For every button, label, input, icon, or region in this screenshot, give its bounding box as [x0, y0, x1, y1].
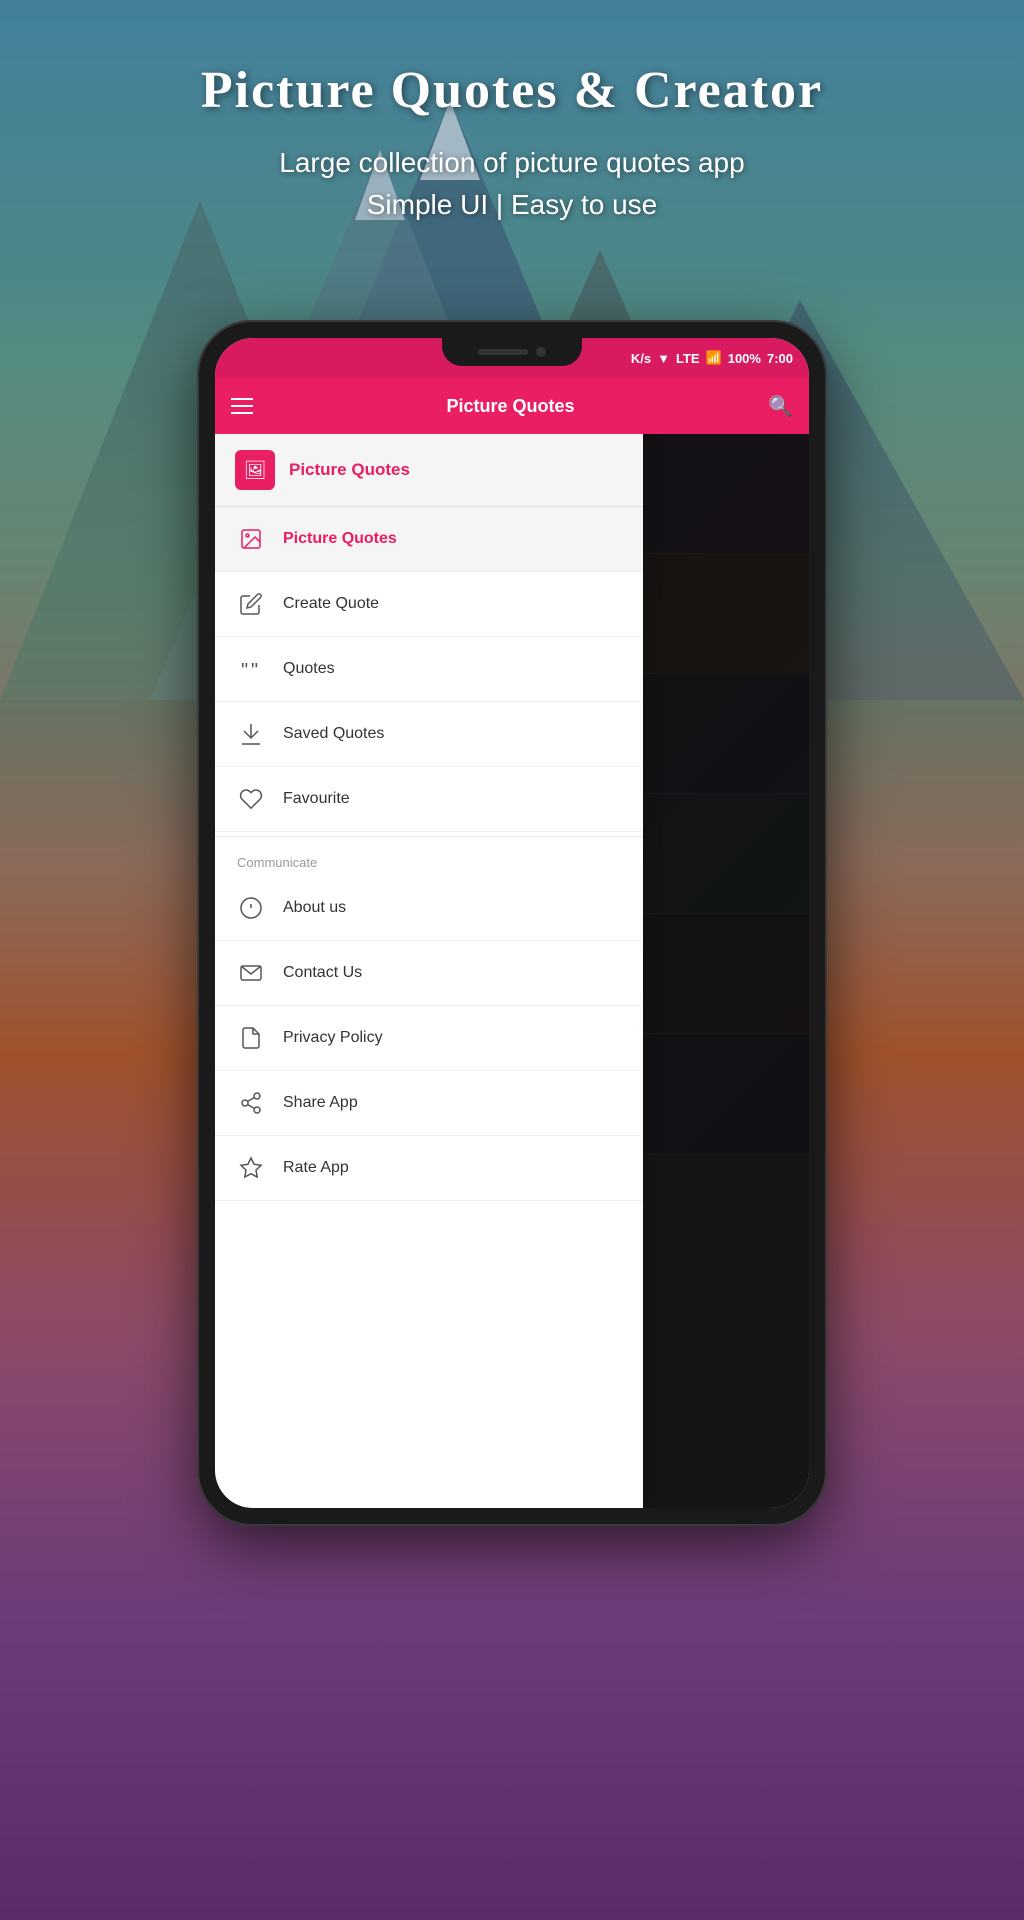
phone-device: K/s ▼ LTE 📶 100% 7:00 Picture Quotes 🔍: [197, 320, 827, 1526]
create-quote-label: Create Quote: [283, 595, 379, 613]
communicate-section-header: Communicate: [215, 841, 643, 876]
app-header-title: Picture Quotes: [447, 396, 575, 417]
drawer-item-create-quote[interactable]: Create Quote: [215, 572, 643, 637]
svg-text:": ": [251, 660, 258, 681]
speaker: [478, 349, 528, 355]
phone-screen: K/s ▼ LTE 📶 100% 7:00 Picture Quotes 🔍: [215, 338, 809, 1508]
app-title: Picture Quotes & Creator: [20, 60, 1004, 122]
search-icon[interactable]: 🔍: [768, 394, 793, 419]
hamburger-menu[interactable]: [231, 398, 253, 414]
status-bar-icons: K/s ▼ LTE 📶 100% 7:00: [631, 350, 793, 366]
rate-app-icon: [237, 1154, 265, 1182]
picture-quotes-icon: [237, 525, 265, 553]
drawer-item-rate-app[interactable]: Rate App: [215, 1136, 643, 1201]
app-subtitle: Large collection of picture quotes app S…: [20, 142, 1004, 226]
about-us-label: About us: [283, 899, 346, 917]
phone-notch: [442, 338, 582, 366]
signal-bars: 📶: [706, 350, 722, 366]
app-header: Picture Quotes 🔍: [215, 378, 809, 434]
drawer-logo-icon: 🖼: [244, 460, 267, 481]
quotes-label: Quotes: [283, 660, 335, 678]
wifi-icon: ▼: [657, 351, 670, 366]
privacy-policy-label: Privacy Policy: [283, 1029, 383, 1047]
drawer-app-name: Picture Quotes: [289, 460, 410, 480]
quotes-icon: " ": [237, 655, 265, 683]
saved-quotes-label: Saved Quotes: [283, 725, 384, 743]
share-app-icon: [237, 1089, 265, 1117]
header-section: Picture Quotes & Creator Large collectio…: [0, 40, 1024, 246]
favourite-label: Favourite: [283, 790, 350, 808]
drawer-item-saved-quotes[interactable]: Saved Quotes: [215, 702, 643, 767]
drawer-item-picture-quotes[interactable]: Picture Quotes: [215, 507, 643, 572]
time-display: 7:00: [767, 351, 793, 366]
battery-level: 100%: [728, 351, 761, 366]
about-us-icon: [237, 894, 265, 922]
contact-us-label: Contact Us: [283, 964, 362, 982]
camera: [536, 347, 546, 357]
create-quote-icon: [237, 590, 265, 618]
network-speed: K/s: [631, 351, 651, 366]
drawer-item-share-app[interactable]: Share App: [215, 1071, 643, 1136]
drawer-logo: 🖼: [235, 450, 275, 490]
drawer-overlay[interactable]: [643, 434, 809, 1508]
favourite-icon: [237, 785, 265, 813]
drawer-item-quotes[interactable]: " " Quotes: [215, 637, 643, 702]
navigation-drawer: 🖼 Picture Quotes Pict: [215, 434, 643, 1508]
drawer-item-favourite[interactable]: Favourite: [215, 767, 643, 832]
drawer-item-about-us[interactable]: About us: [215, 876, 643, 941]
saved-quotes-icon: [237, 720, 265, 748]
screen-content: Alone Anger Architecture Attitude: [215, 434, 809, 1508]
privacy-policy-icon: [237, 1024, 265, 1052]
drawer-item-privacy-policy[interactable]: Privacy Policy: [215, 1006, 643, 1071]
phone-outer: K/s ▼ LTE 📶 100% 7:00 Picture Quotes 🔍: [197, 320, 827, 1526]
drawer-item-contact-us[interactable]: Contact Us: [215, 941, 643, 1006]
rate-app-label: Rate App: [283, 1159, 349, 1177]
svg-text:": ": [241, 660, 248, 681]
contact-us-icon: [237, 959, 265, 987]
drawer-divider: [215, 836, 643, 837]
drawer-header: 🖼 Picture Quotes: [215, 434, 643, 507]
share-app-label: Share App: [283, 1094, 358, 1112]
picture-quotes-label: Picture Quotes: [283, 530, 397, 548]
lte-icon: LTE: [676, 351, 700, 366]
